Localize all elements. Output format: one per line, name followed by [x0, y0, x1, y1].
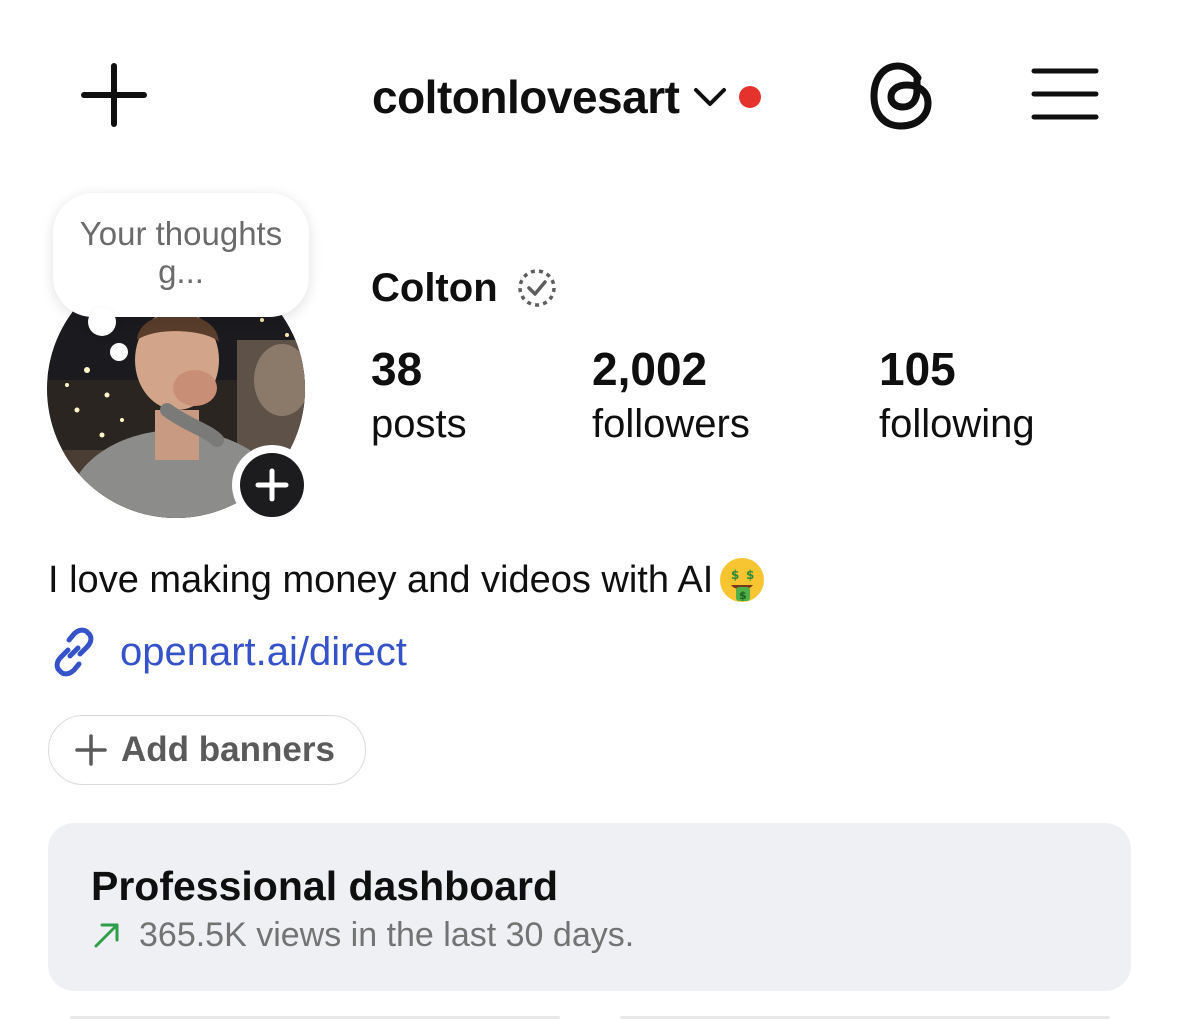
link-icon: [54, 627, 94, 677]
trend-up-arrow-icon: [94, 923, 119, 948]
svg-text:$: $: [739, 589, 747, 602]
profile-link[interactable]: openart.ai/direct: [48, 622, 407, 682]
threads-button[interactable]: [868, 60, 938, 132]
dashboard-title: Professional dashboard: [91, 863, 559, 909]
note-tail: [88, 308, 116, 336]
username: coltonlovesart: [372, 71, 680, 123]
display-name: Colton: [371, 265, 498, 310]
professional-dashboard-card[interactable]: Professional dashboard 365.5K views in t…: [48, 823, 1131, 991]
bio: I love making money and videos with AI $…: [48, 552, 767, 608]
hamburger-menu-icon: [1031, 68, 1099, 120]
add-banners-label: Add banners: [121, 730, 335, 769]
note-bubble[interactable]: Your thoughts g...: [53, 193, 309, 317]
plus-icon: [81, 63, 147, 127]
add-story-button[interactable]: [232, 445, 312, 525]
stat-posts[interactable]: 38 posts: [371, 340, 467, 450]
menu-button[interactable]: [1030, 66, 1100, 122]
notification-dot: [739, 86, 762, 108]
chevron-down-icon: [694, 88, 727, 106]
note-text: Your thoughts g...: [79, 215, 283, 290]
stat-followers[interactable]: 2,002 followers: [592, 340, 750, 450]
link-text: openart.ai/direct: [120, 629, 407, 674]
dashboard-subtitle: 365.5K views in the last 30 days.: [139, 915, 635, 954]
posts-count: 38: [371, 343, 423, 395]
meta-verified-pending-icon[interactable]: [516, 267, 558, 309]
stat-following[interactable]: 105 following: [879, 340, 1035, 450]
note-tail-small: [110, 343, 128, 361]
followers-count: 2,002: [592, 343, 708, 395]
svg-text:$: $: [731, 568, 739, 582]
followers-label: followers: [592, 402, 750, 446]
threads-icon: [870, 62, 932, 130]
posts-label: posts: [371, 402, 467, 446]
following-label: following: [879, 402, 1035, 446]
svg-text:$: $: [746, 568, 754, 582]
display-name-row: Colton: [371, 262, 558, 314]
top-bar: coltonlovesart: [0, 0, 1179, 190]
add-banners-button[interactable]: Add banners: [48, 715, 366, 785]
dashboard-stats-row: 365.5K views in the last 30 days.: [91, 913, 634, 957]
plus-icon: [75, 734, 107, 766]
following-count: 105: [879, 343, 956, 395]
create-button[interactable]: [80, 62, 148, 128]
plus-icon: [255, 468, 289, 502]
bio-text: I love making money and videos with AI: [48, 559, 714, 601]
account-switcher[interactable]: coltonlovesart: [372, 62, 762, 132]
money-mouth-face-icon: $ $ $: [720, 558, 765, 602]
